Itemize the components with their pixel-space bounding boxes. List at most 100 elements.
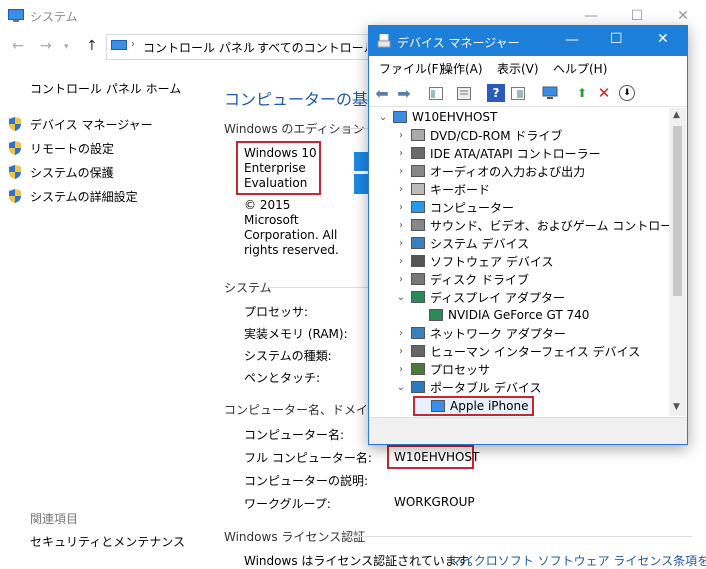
uninstall-device-icon[interactable]: ✕ [595,84,613,102]
ram-label: 実装メモリ (RAM): [244,327,348,341]
device-item-selected[interactable]: Apple iPhone [413,396,535,416]
disk-drive-icon [411,273,425,285]
scan-hardware-icon[interactable] [541,84,559,102]
device-category[interactable]: › プロセッサ [395,360,490,378]
computer-name-label: コンピューター名: [244,428,345,442]
update-driver-icon[interactable]: ⬆ [573,84,591,102]
speaker-icon [411,219,425,231]
collapse-chevron-icon[interactable]: › [395,184,407,195]
expand-chevron-icon[interactable]: ⌄ [395,382,407,393]
dm-minimize-button[interactable]: — [565,32,579,48]
device-label: ヒューマン インターフェイス デバイス [430,344,641,359]
device-manager-titlebar[interactable]: デバイス マネージャー — ☐ ✕ [369,26,687,56]
device-category[interactable]: ⌄ W10EHVHOST [377,108,498,126]
device-manager-link[interactable]: デバイス マネージャー [30,116,153,133]
disable-device-icon[interactable]: ⬇ [619,85,635,101]
address-bar[interactable]: › コントロール パネル › すべてのコントロール パネ [106,34,370,60]
properties-pane-icon[interactable] [509,84,527,102]
device-label: ソフトウェア デバイス [430,254,554,269]
device-label: オーディオの入力および出力 [430,164,586,179]
workgroup-label: ワークグループ: [244,497,331,511]
device-category[interactable]: › ディスク ドライブ [395,270,529,288]
scrollbar-thumb[interactable] [673,126,682,296]
dm-close-button[interactable]: ✕ [657,31,669,47]
display-adapter-icon [411,291,425,303]
help-icon[interactable]: ? [487,84,505,102]
collapse-chevron-icon[interactable]: › [395,346,407,357]
shield-icon [9,117,21,131]
scroll-down-icon[interactable]: ▼ [673,402,680,412]
tree-vertical-scrollbar[interactable]: ▲ ▼ [669,108,686,416]
system-protection-link[interactable]: システムの保護 [30,164,114,181]
network-adapter-icon [411,327,425,339]
expand-chevron-icon[interactable]: ⌄ [377,112,389,123]
device-category[interactable]: › オーディオの入力および出力 [395,162,585,180]
collapse-chevron-icon[interactable]: › [395,130,407,141]
edition-line: Windows 10 [244,146,317,160]
copyright-line: Corporation. All [244,228,338,242]
forward-arrow-icon[interactable]: ➡ [395,84,413,103]
collapse-chevron-icon[interactable]: › [395,256,407,267]
edition-line: Evaluation [244,176,308,190]
device-category[interactable]: › DVD/CD-ROM ドライブ [395,126,562,144]
menu-view[interactable]: 表示(V) [497,60,539,77]
device-category[interactable]: › サウンド、ビデオ、およびゲーム コントローラー [395,216,669,234]
device-category[interactable]: › IDE ATA/ATAPI コントローラー [395,144,601,162]
collapse-chevron-icon[interactable]: › [395,328,407,339]
collapse-chevron-icon[interactable]: › [395,364,407,375]
device-label: ネットワーク アダプター [430,326,566,341]
device-label: DVD/CD-ROM ドライブ [430,128,563,143]
advanced-system-settings-link[interactable]: システムの詳細設定 [30,188,138,205]
forward-arrow-icon[interactable]: → [40,38,52,54]
license-terms-link[interactable]: マイクロソフト ソフトウェア ライセンス条項を読む [450,552,706,569]
up-arrow-icon[interactable]: ↑ [86,38,98,54]
collapse-chevron-icon[interactable]: › [395,220,407,231]
control-panel-home-link[interactable]: コントロール パネル ホーム [30,80,181,97]
device-category[interactable]: ⌄ ポータブル デバイス [395,378,542,396]
section-divider [352,536,692,537]
device-category[interactable]: › システム デバイス [395,234,529,252]
device-category[interactable]: › コンピューター [395,198,514,216]
collapse-chevron-icon[interactable]: › [395,202,407,213]
device-label: Apple iPhone [450,399,529,413]
device-manager-title: デバイス マネージャー [397,36,520,50]
security-maintenance-link[interactable]: セキュリティとメンテナンス [30,533,185,550]
collapse-chevron-icon[interactable]: › [395,148,407,159]
device-category[interactable]: › ネットワーク アダプター [395,324,566,342]
properties-icon[interactable] [455,84,473,102]
device-category[interactable]: ⌄ ディスプレイ アダプター [395,288,565,306]
dm-maximize-button[interactable]: ☐ [610,31,623,47]
device-item[interactable]: NVIDIA GeForce GT 740 [413,306,589,324]
back-arrow-icon[interactable]: ⬅ [373,84,391,103]
menu-help[interactable]: ヘルプ(H) [553,60,607,77]
speaker-icon [411,165,425,177]
breadcrumb-control-panel[interactable]: コントロール パネル [143,39,255,56]
device-category[interactable]: › ヒューマン インターフェイス デバイス [395,342,640,360]
system-type-label: システムの種類: [244,349,332,363]
software-device-icon [411,255,425,267]
back-arrow-icon[interactable]: ← [12,38,24,54]
edition-line: Enterprise [244,161,306,175]
device-tree: ⌄ W10EHVHOST › DVD/CD-ROM ドライブ › IDE ATA/ATAP… [369,108,669,416]
menu-action[interactable]: 操作(A) [441,60,483,77]
processor-icon [411,363,425,375]
pen-touch-label: ペンとタッチ: [244,371,321,385]
collapse-chevron-icon[interactable]: › [395,238,407,249]
device-label: システム デバイス [430,236,530,251]
copyright-line: Microsoft [244,213,299,227]
collapse-chevron-icon[interactable]: › [395,274,407,285]
show-hide-tree-icon[interactable] [427,84,445,102]
breadcrumb-separator-icon: › [247,39,251,50]
remote-settings-link[interactable]: リモートの設定 [30,140,114,157]
device-category[interactable]: › キーボード [395,180,490,198]
scroll-up-icon[interactable]: ▲ [673,110,680,120]
recent-locations-chevron-icon[interactable]: ▾ [64,42,69,52]
expand-chevron-icon[interactable]: ⌄ [395,292,407,303]
breadcrumb-all-control-panel[interactable]: すべてのコントロール パネ [257,39,367,56]
device-manager-toolbar [369,80,687,107]
collapse-chevron-icon[interactable]: › [395,166,407,177]
menu-file[interactable]: ファイル(F) [379,60,443,77]
full-computer-name-value: W10EHVHOST [394,450,480,464]
device-category[interactable]: › ソフトウェア デバイス [395,252,553,270]
computer-description-label: コンピューターの説明: [244,474,369,488]
